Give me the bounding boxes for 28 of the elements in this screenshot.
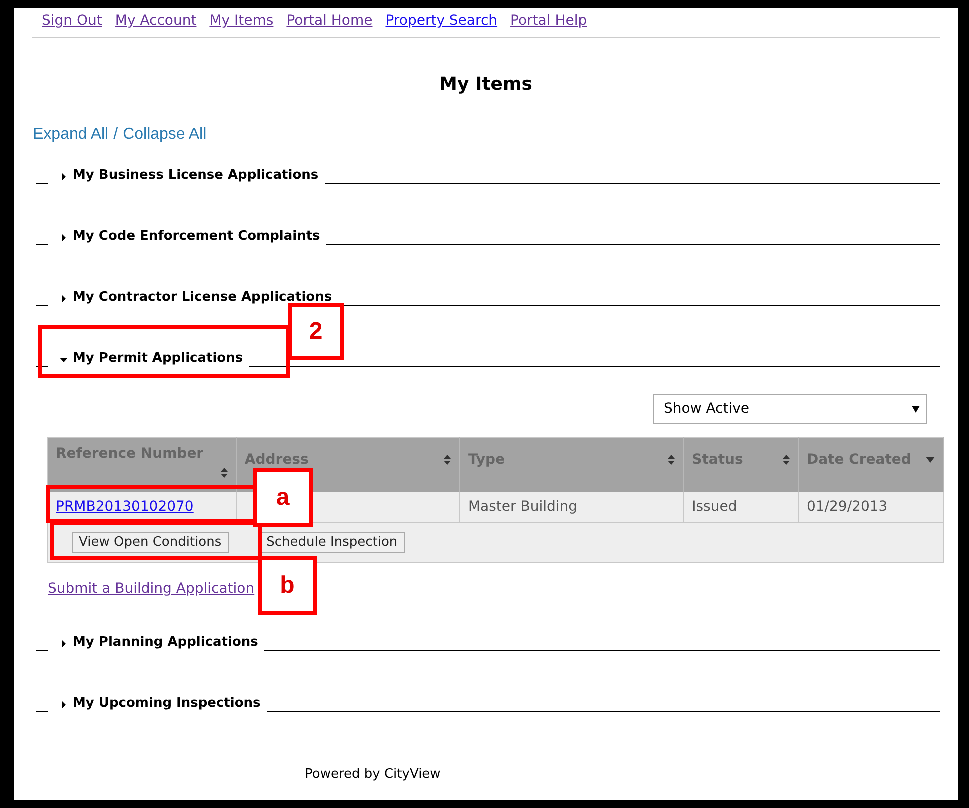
submit-application-link[interactable]: Submit a Building Application — [48, 581, 255, 597]
section-title[interactable]: My Planning Applications — [73, 635, 258, 651]
nav-link[interactable]: My Items — [210, 13, 274, 29]
action-button[interactable]: Schedule Inspection — [260, 532, 405, 553]
collapse-all-link[interactable]: Collapse All — [123, 126, 207, 144]
footer-text: Powered by CityView — [305, 767, 442, 782]
section-title[interactable]: My Permit Applications — [73, 351, 244, 367]
section-title[interactable]: My Contractor License Applications — [73, 290, 332, 306]
annotation-tooltip: 2 — [288, 303, 344, 360]
expand-all-link[interactable]: Expand All — [33, 126, 109, 144]
action-button[interactable]: View Open Conditions — [72, 532, 229, 553]
page-title: My Items — [438, 74, 534, 96]
nav-link[interactable]: Portal Home — [286, 13, 373, 29]
annotation-tooltip: b — [258, 556, 317, 615]
filter-select[interactable]: Show Active — [653, 394, 927, 424]
nav-link[interactable]: Portal Help — [510, 13, 588, 29]
section-title[interactable]: My Business License Applications — [73, 168, 319, 184]
table-cell: 01/29/2013 — [798, 492, 944, 522]
nav-link[interactable]: Property Search — [386, 13, 498, 29]
dropdown-arrow-icon — [912, 406, 920, 412]
section-title[interactable]: My Upcoming Inspections — [73, 696, 261, 712]
nav-link[interactable]: Sign Out — [42, 13, 102, 29]
nav-link[interactable]: My Account — [115, 13, 197, 29]
table-cell: Master Building — [460, 492, 684, 522]
annotation-tooltip: a — [253, 468, 313, 527]
table-cell: Issued — [684, 492, 798, 522]
section-title[interactable]: My Code Enforcement Complaints — [73, 229, 320, 245]
separator: / — [114, 126, 118, 144]
